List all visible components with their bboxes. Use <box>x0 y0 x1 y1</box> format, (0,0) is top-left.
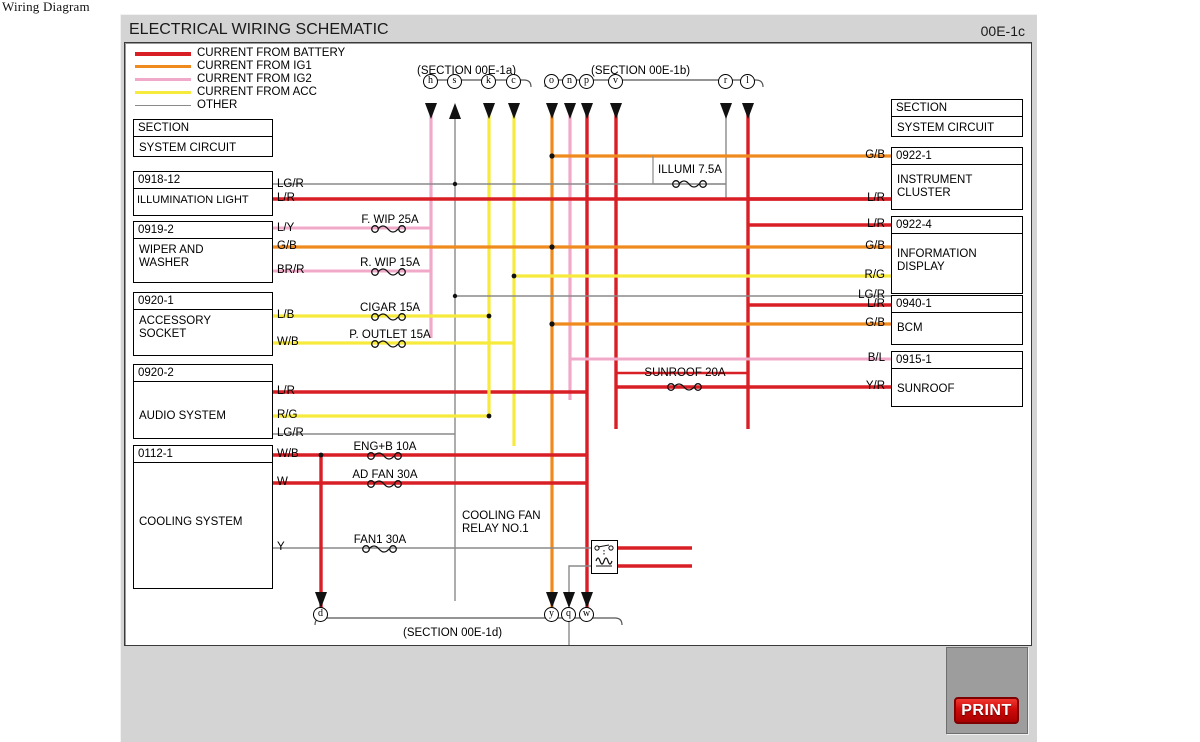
arrow-y <box>546 592 558 608</box>
connector-arrow-layer <box>125 43 1031 645</box>
arrow-q <box>563 592 575 608</box>
connector-s[interactable]: s <box>447 74 462 89</box>
connector-h[interactable]: h <box>423 74 438 89</box>
screenshot-root: Wiring Diagram ELECTRICAL WIRING SCHEMAT… <box>0 0 1200 741</box>
arrow-d <box>315 592 327 608</box>
connector-v[interactable]: v <box>608 74 623 89</box>
connector-n[interactable]: n <box>562 74 577 89</box>
arrow-w <box>581 592 593 608</box>
arrow-s <box>449 103 461 119</box>
arrow-c <box>508 103 520 119</box>
connector-p[interactable]: p <box>579 74 594 89</box>
connector-o[interactable]: o <box>544 74 559 89</box>
connector-r[interactable]: r <box>718 74 733 89</box>
arrow-k <box>483 103 495 119</box>
print-button[interactable]: PRINT <box>954 697 1019 724</box>
connector-c[interactable]: c <box>506 74 521 89</box>
schematic-canvas: CURRENT FROM BATTERY CURRENT FROM IG1 CU… <box>125 43 1031 645</box>
arrow-v <box>610 103 622 119</box>
arrow-n <box>564 103 576 119</box>
arrow-r <box>720 103 732 119</box>
diagram-code: 00E-1c <box>981 23 1025 39</box>
connector-w[interactable]: w <box>579 607 594 622</box>
connector-l[interactable]: l <box>740 74 755 89</box>
page-title: ELECTRICAL WIRING SCHEMATIC <box>129 21 389 39</box>
arrow-l <box>742 103 754 119</box>
schematic-sheet: CURRENT FROM BATTERY CURRENT FROM IG1 CU… <box>124 42 1032 646</box>
arrow-h <box>425 103 437 119</box>
arrow-o <box>546 103 558 119</box>
connector-y[interactable]: y <box>544 607 559 622</box>
connector-d[interactable]: d <box>313 607 328 622</box>
arrow-p <box>581 103 593 119</box>
connector-k[interactable]: k <box>481 74 496 89</box>
page-caption: Wiring Diagram <box>2 0 90 15</box>
connector-q[interactable]: q <box>561 607 576 622</box>
